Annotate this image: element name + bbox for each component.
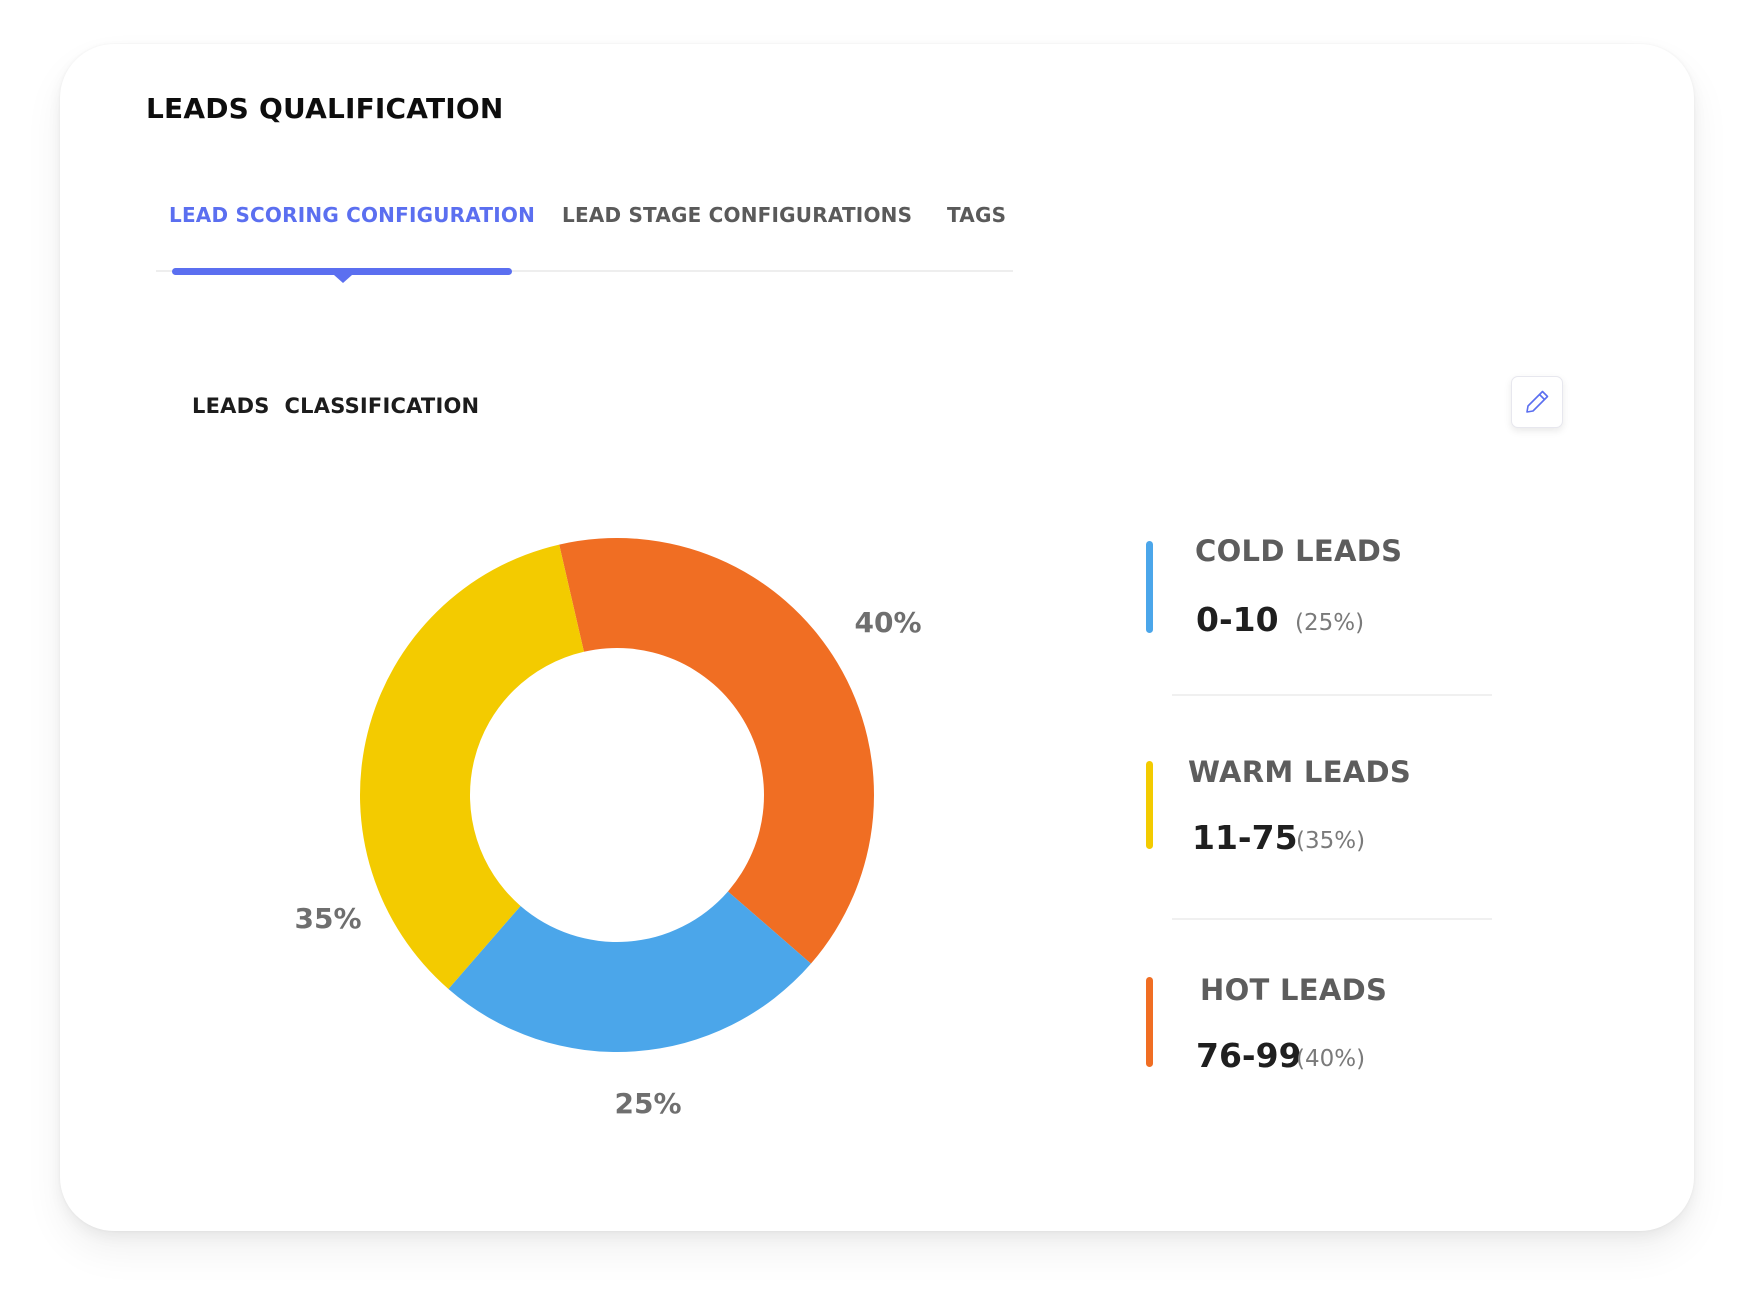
active-tab-indicator: [172, 268, 512, 275]
legend-hot-title: HOT LEADS: [1200, 973, 1388, 1007]
legend-hot-range: 76-99: [1196, 1036, 1302, 1075]
active-tab-caret: [334, 275, 352, 283]
edit-classification-button[interactable]: [1511, 376, 1563, 428]
legend-cold-range: 0-10: [1196, 600, 1279, 639]
page-title: LEADS QUALIFICATION: [146, 92, 504, 125]
legend-divider: [1172, 918, 1492, 920]
legend-warm-percent: (35%): [1296, 828, 1366, 854]
tab-tags[interactable]: TAGS: [947, 203, 1006, 227]
warm-leads-color-bar: [1146, 761, 1153, 849]
pencil-icon: [1526, 390, 1549, 413]
legend-cold-percent: (25%): [1295, 610, 1365, 636]
legend-cold-title: COLD LEADS: [1195, 534, 1403, 568]
tab-lead-scoring-configuration[interactable]: LEAD SCORING CONFIGURATION: [169, 203, 535, 227]
tab-lead-stage-configurations[interactable]: LEAD STAGE CONFIGURATIONS: [562, 203, 912, 227]
hot-leads-color-bar: [1146, 977, 1153, 1067]
legend-warm-title: WARM LEADS: [1188, 755, 1412, 789]
section-title: LEADS CLASSIFICATION: [192, 394, 480, 418]
cold-leads-color-bar: [1146, 541, 1153, 633]
legend-warm-range: 11-75: [1192, 818, 1298, 857]
legend-hot-percent: (40%): [1296, 1046, 1366, 1072]
legend-divider: [1172, 694, 1492, 696]
